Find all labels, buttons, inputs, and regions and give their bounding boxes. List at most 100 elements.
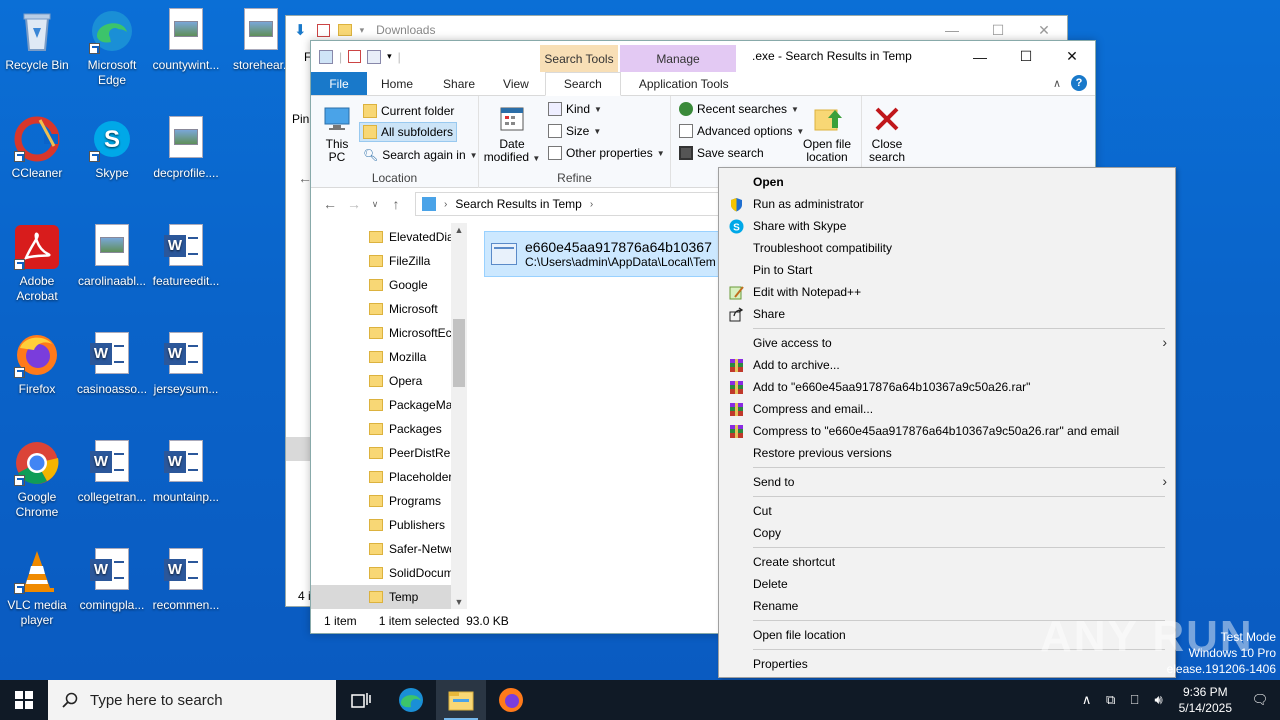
nav-scrollbar[interactable]: ▲ ▼ xyxy=(451,223,467,609)
menu-item-cut[interactable]: Cut xyxy=(719,500,1175,522)
desktop-icon-file[interactable]: W comingpla... xyxy=(75,548,149,613)
checklist-icon[interactable] xyxy=(348,50,362,63)
desktop-icon-vlc[interactable]: VLC media player xyxy=(0,548,74,628)
show-hidden-icons-chevron-icon[interactable]: ∧ xyxy=(1075,692,1099,708)
taskbar-app-file-explorer[interactable] xyxy=(436,680,486,720)
nav-item-folder[interactable]: FileZilla xyxy=(311,249,467,273)
desktop-icon-google-chrome[interactable]: Google Chrome xyxy=(0,440,74,520)
nav-item-folder[interactable]: Mozilla xyxy=(311,345,467,369)
forward-button[interactable]: → xyxy=(342,196,366,212)
desktop-icon-microsoft-edge[interactable]: Microsoft Edge xyxy=(75,8,149,88)
network-icon[interactable]: ⎕ xyxy=(1123,692,1147,708)
kind-button[interactable]: Kind ▼ xyxy=(545,99,605,119)
menu-item-copy[interactable]: Copy xyxy=(719,522,1175,544)
nav-item-folder[interactable]: PackageMa xyxy=(311,393,467,417)
menu-item-compress-to-rar-and-email[interactable]: Compress to "e660e45aa917876a64b10367a9c… xyxy=(719,420,1175,442)
tab-search[interactable]: Search xyxy=(544,72,621,96)
minimize-button[interactable]: — xyxy=(957,41,1003,72)
back-button[interactable]: ← xyxy=(318,196,342,212)
nav-item-folder[interactable]: MicrosoftEc xyxy=(311,321,467,345)
current-folder-button[interactable]: Current folder xyxy=(360,101,457,121)
menu-item-troubleshoot-compatibility[interactable]: Troubleshoot compatibility xyxy=(719,237,1175,259)
menu-item-add-to-rar[interactable]: Add to "e660e45aa917876a64b10367a9c50a26… xyxy=(719,376,1175,398)
volume-icon[interactable]: 🔊︎ xyxy=(1147,692,1171,708)
menu-item-add-to-archive[interactable]: Add to archive... xyxy=(719,354,1175,376)
menu-item-send-to[interactable]: Send to › xyxy=(719,471,1175,493)
desktop-icon-file[interactable]: W recommen... xyxy=(149,548,223,613)
clock[interactable]: 9:36 PM 5/14/2025 xyxy=(1171,684,1240,716)
new-folder-icon[interactable] xyxy=(367,49,382,64)
tab-view[interactable]: View xyxy=(489,72,545,95)
date-modified-button[interactable]: Date modified ▼ xyxy=(483,104,541,165)
dropdown-icon[interactable]: ▾ xyxy=(360,25,365,36)
maximize-button[interactable]: ☐ xyxy=(1003,41,1049,72)
desktop-icon-file[interactable]: W collegetran... xyxy=(75,440,149,505)
qat-dropdown-icon[interactable]: ▾ xyxy=(387,51,392,62)
this-pc-button[interactable]: This PC xyxy=(319,104,355,164)
nav-item-folder[interactable]: Packages xyxy=(311,417,467,441)
advanced-options-button[interactable]: Advanced options ▼ xyxy=(676,121,807,141)
search-again-in-button[interactable]: 🔍︎ Search again in ▼ xyxy=(360,145,481,165)
desktop-icon-file[interactable]: W casinoasso... xyxy=(75,332,149,397)
nav-item-folder[interactable]: Google xyxy=(311,273,467,297)
desktop-icon-file[interactable]: W jerseysum... xyxy=(149,332,223,397)
recent-locations-button[interactable]: ∨ xyxy=(366,199,384,210)
menu-item-restore-previous-versions[interactable]: Restore previous versions xyxy=(719,442,1175,464)
menu-item-create-shortcut[interactable]: Create shortcut xyxy=(719,551,1175,573)
desktop-icon-file[interactable]: W mountainp... xyxy=(149,440,223,505)
nav-item-folder[interactable]: ElevatedDia xyxy=(311,225,467,249)
desktop-icon-file[interactable]: carolinaabl... xyxy=(75,224,149,289)
size-button[interactable]: Size ▼ xyxy=(545,121,604,141)
menu-item-delete[interactable]: Delete xyxy=(719,573,1175,595)
menu-item-open[interactable]: Open xyxy=(719,171,1175,193)
ribbon-expand-icon[interactable]: ∧ xyxy=(1053,77,1061,90)
other-properties-button[interactable]: Other properties ▼ xyxy=(545,143,668,163)
desktop-icon-firefox[interactable]: Firefox xyxy=(0,332,74,397)
desktop-icon-file[interactable]: decprofile.... xyxy=(149,116,223,181)
menu-item-share[interactable]: Share xyxy=(719,303,1175,325)
close-search-button[interactable]: Close search xyxy=(866,104,908,164)
scrollbar-thumb[interactable] xyxy=(453,319,465,387)
notifications-icon[interactable]: 🗨︎ xyxy=(1240,692,1280,708)
menu-item-compress-and-email[interactable]: Compress and email... xyxy=(719,398,1175,420)
nav-item-folder[interactable]: Safer-Netwo xyxy=(311,537,467,561)
all-subfolders-button[interactable]: All subfolders xyxy=(359,122,458,142)
desktop-icon-ccleaner[interactable]: CCleaner xyxy=(0,116,74,181)
close-button[interactable]: ✕ xyxy=(1049,41,1095,72)
up-button[interactable]: ↑ xyxy=(384,196,408,212)
taskbar-app-firefox[interactable] xyxy=(486,680,536,720)
breadcrumb-search-results[interactable]: Search Results in Temp xyxy=(455,197,582,211)
desktop-icon-skype[interactable]: S Skype xyxy=(75,116,149,181)
navigation-pane[interactable]: ElevatedDia FileZilla Google Microsoft M… xyxy=(311,223,467,609)
desktop-icon-file[interactable]: countywint... xyxy=(149,8,223,73)
tab-home[interactable]: Home xyxy=(367,72,429,95)
tab-file[interactable]: File xyxy=(311,72,367,95)
task-view-button[interactable] xyxy=(336,680,386,720)
nav-item-temp[interactable]: Temp xyxy=(311,585,467,609)
nav-item-folder[interactable]: Placeholder xyxy=(311,465,467,489)
nav-item-folder[interactable]: Opera xyxy=(311,369,467,393)
scroll-up-arrow-icon[interactable]: ▲ xyxy=(451,225,467,235)
search-result-item[interactable]: e660e45aa917876a64b10367 C:\Users\admin\… xyxy=(484,231,724,277)
tab-share[interactable]: Share xyxy=(429,72,489,95)
menu-item-pin-to-start[interactable]: Pin to Start xyxy=(719,259,1175,281)
taskbar-app-edge[interactable] xyxy=(386,680,436,720)
nav-item-folder[interactable]: Publishers xyxy=(311,513,467,537)
nav-item-folder[interactable]: PeerDistRep xyxy=(311,441,467,465)
network-device-icon[interactable]: ⧉ xyxy=(1099,692,1123,708)
recent-searches-button[interactable]: Recent searches ▼ xyxy=(676,99,802,119)
menu-item-give-access-to[interactable]: Give access to › xyxy=(719,332,1175,354)
save-search-button[interactable]: Save search xyxy=(676,143,767,163)
nav-item-folder[interactable]: Programs xyxy=(311,489,467,513)
tab-application-tools[interactable]: Application Tools xyxy=(625,72,743,95)
help-icon[interactable]: ? xyxy=(1071,75,1087,91)
desktop-icon-adobe-acrobat[interactable]: Adobe Acrobat xyxy=(0,224,74,304)
nav-item-folder[interactable]: Microsoft xyxy=(311,297,467,321)
start-button[interactable] xyxy=(0,680,48,720)
nav-item-folder[interactable]: SolidDocum xyxy=(311,561,467,585)
menu-item-edit-with-notepadpp[interactable]: Edit with Notepad++ xyxy=(719,281,1175,303)
desktop-icon-recycle-bin[interactable]: Recycle Bin xyxy=(0,8,74,73)
open-file-location-button[interactable]: Open file location xyxy=(799,104,855,164)
menu-item-run-as-administrator[interactable]: Run as administrator xyxy=(719,193,1175,215)
taskbar-search-box[interactable]: Type here to search xyxy=(48,680,336,720)
